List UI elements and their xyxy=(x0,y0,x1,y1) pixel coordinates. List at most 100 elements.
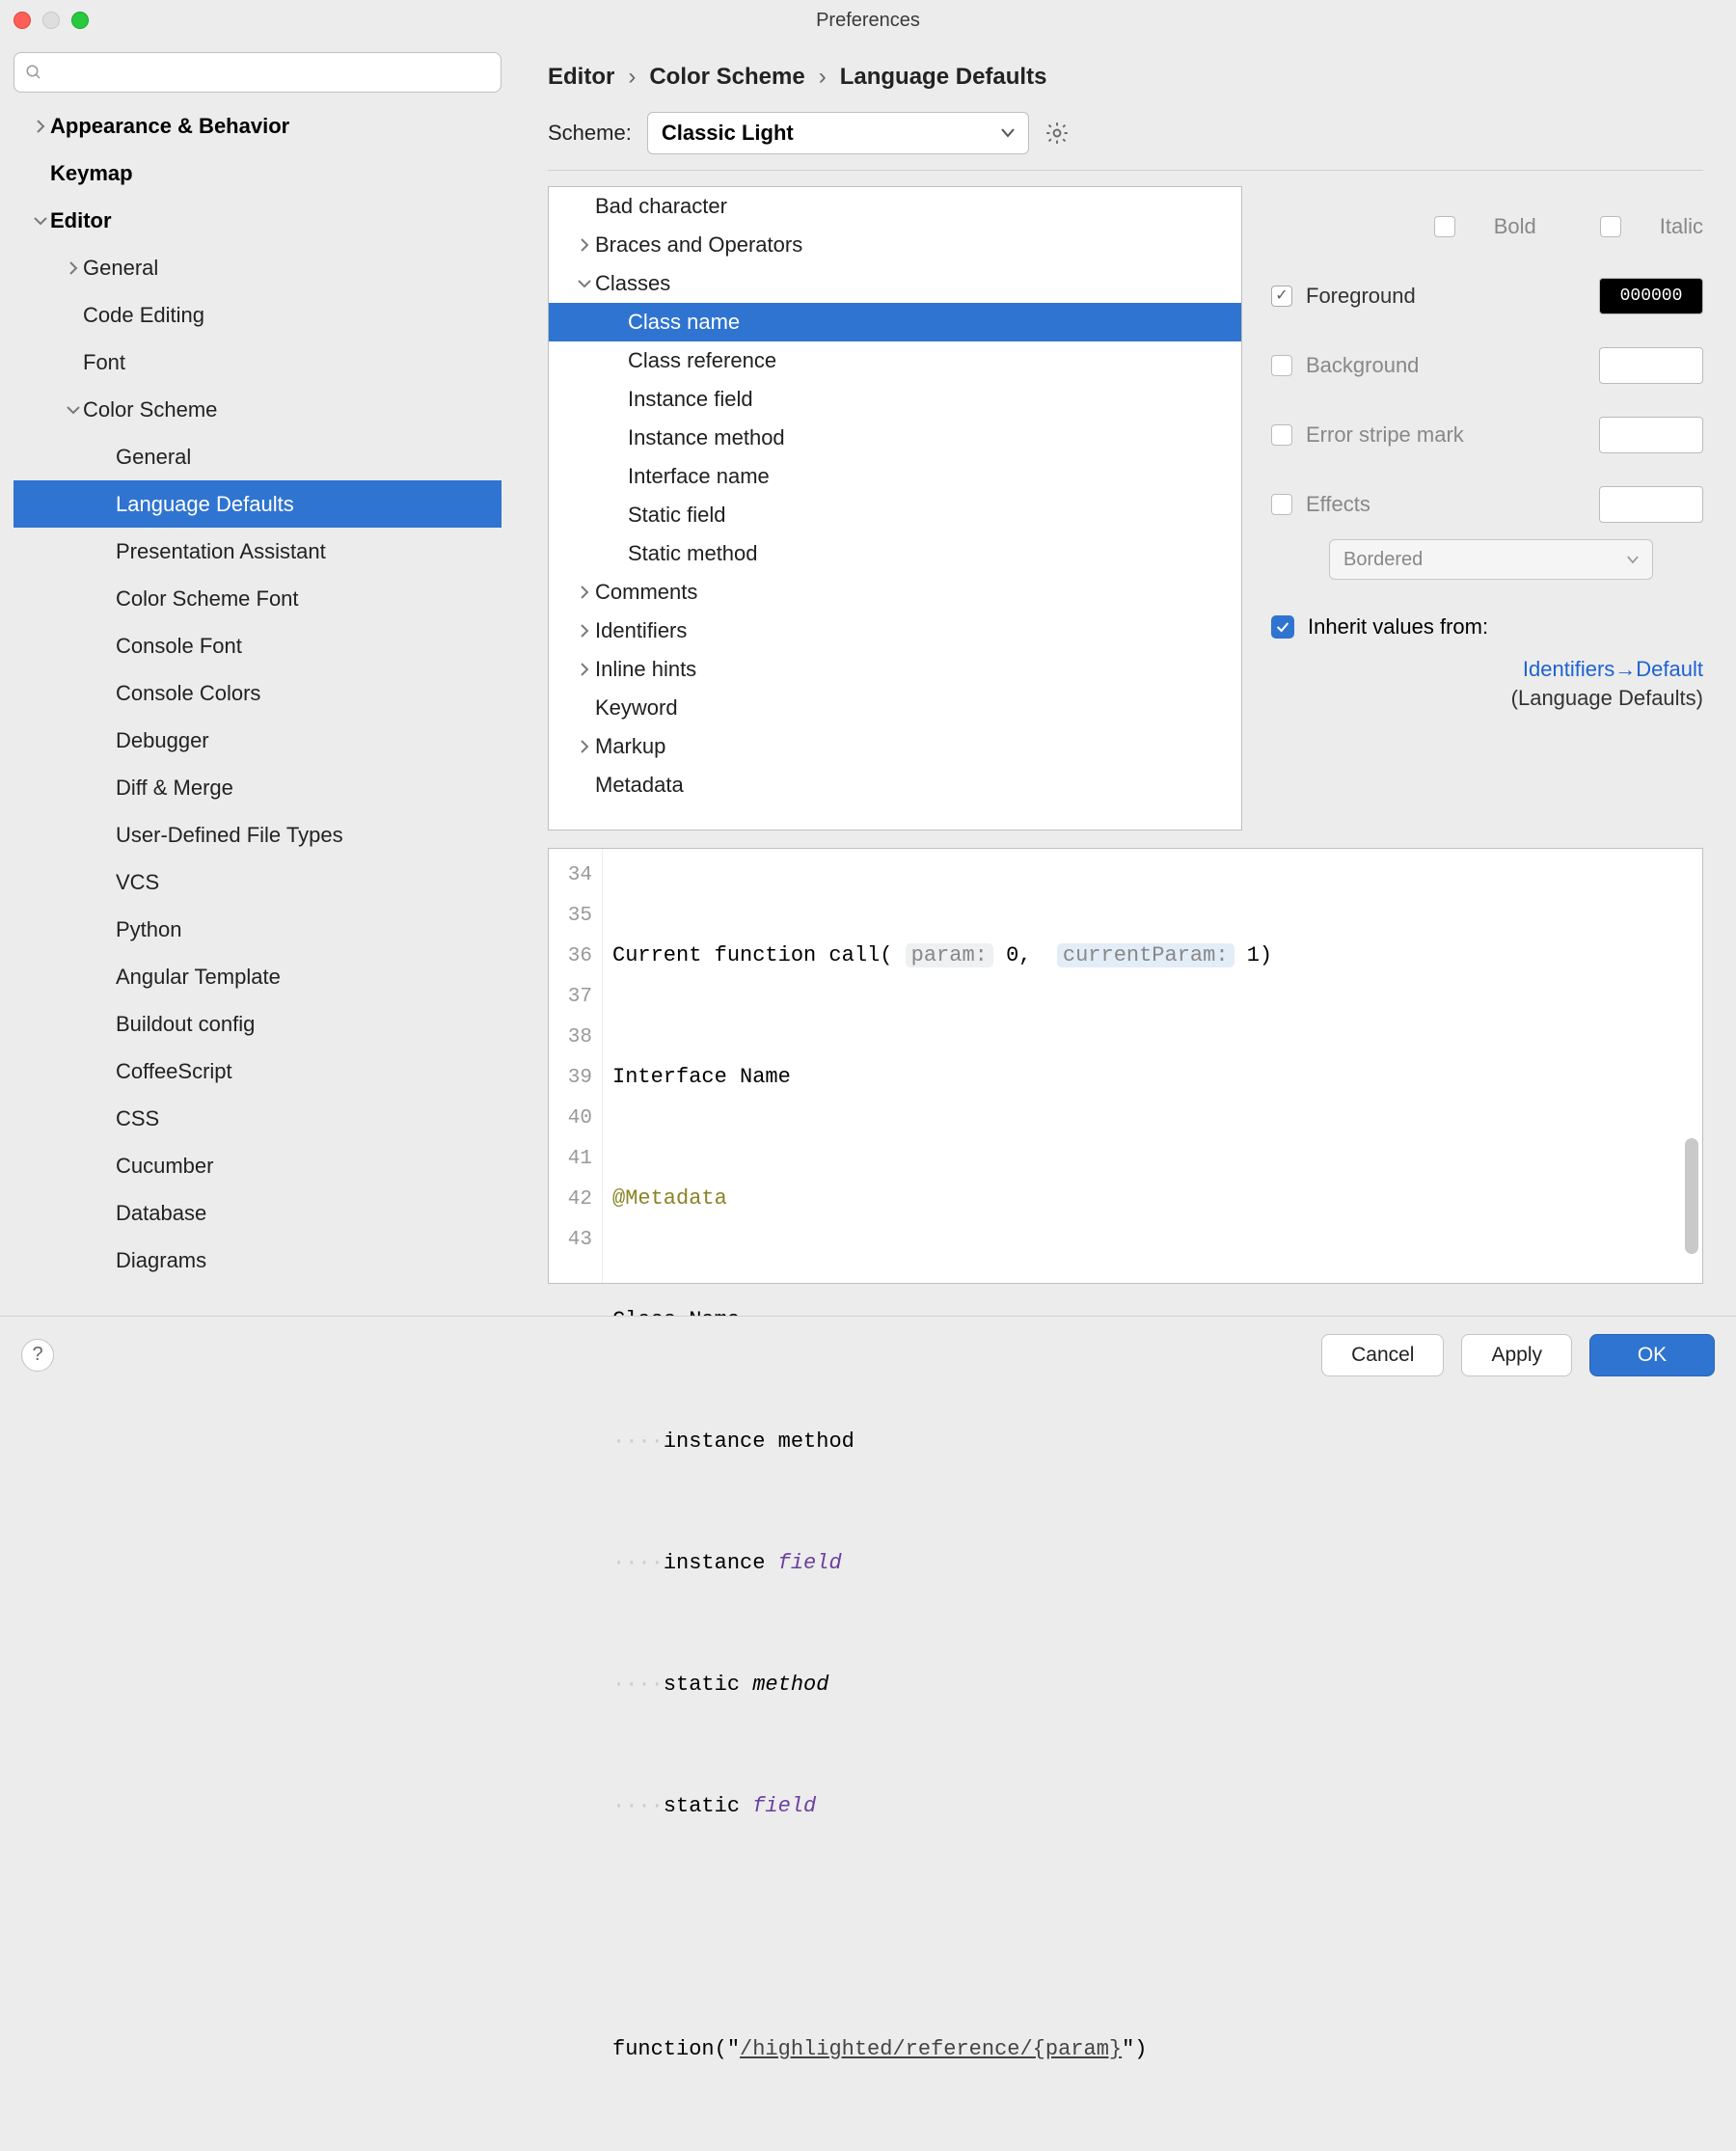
error-stripe-swatch[interactable] xyxy=(1599,417,1703,453)
sidebar-item[interactable]: VCS xyxy=(14,858,502,906)
background-checkbox[interactable] xyxy=(1271,355,1292,376)
sidebar-item-label: Buildout config xyxy=(116,1012,255,1037)
breadcrumb: Editor › Color Scheme › Language Default… xyxy=(548,64,1703,91)
sidebar-item[interactable]: Debugger xyxy=(14,717,502,764)
sidebar-item-label: Color Scheme xyxy=(83,397,217,422)
sidebar-item[interactable]: Editor xyxy=(14,197,502,244)
sidebar-item[interactable]: Language Defaults xyxy=(14,480,502,528)
window-zoom-button[interactable] xyxy=(71,12,89,29)
tree-item[interactable]: Identifiers xyxy=(549,612,1241,650)
line-number: 40 xyxy=(549,1098,602,1138)
effects-swatch[interactable] xyxy=(1599,486,1703,523)
tree-item[interactable]: Metadata xyxy=(549,766,1241,804)
code-text: function(" xyxy=(612,2037,740,2061)
tree-item[interactable]: Class name xyxy=(549,303,1241,341)
window-minimize-button[interactable] xyxy=(42,12,60,29)
chevron-down-icon xyxy=(64,405,83,415)
sidebar-item[interactable]: Color Scheme xyxy=(14,386,502,433)
chevron-right-icon xyxy=(64,261,83,275)
sidebar-item-label: Presentation Assistant xyxy=(116,539,326,564)
sidebar-item[interactable]: Cucumber xyxy=(14,1142,502,1189)
code-text: 0, xyxy=(993,943,1044,967)
search-wrap xyxy=(14,52,502,93)
nav-tree: Appearance & BehaviorKeymapEditorGeneral… xyxy=(14,102,502,1316)
effects-type-select[interactable]: Bordered xyxy=(1329,539,1653,580)
sidebar-item-label: Appearance & Behavior xyxy=(50,114,289,139)
tree-item[interactable]: Markup xyxy=(549,727,1241,766)
code-text: 1) xyxy=(1234,943,1273,967)
tree-item[interactable]: Bad character xyxy=(549,187,1241,226)
sidebar-item-label: User-Defined File Types xyxy=(116,823,343,848)
sidebar-item[interactable]: Font xyxy=(14,339,502,386)
sidebar-item[interactable]: Code Editing xyxy=(14,291,502,339)
sidebar-item-label: CoffeeScript xyxy=(116,1059,232,1084)
foreground-swatch[interactable]: 000000 xyxy=(1599,278,1703,314)
sidebar-item[interactable]: General xyxy=(14,244,502,291)
scheme-select[interactable]: Classic Light xyxy=(647,112,1029,154)
help-icon: ? xyxy=(32,1344,42,1366)
tree-item-label: Class name xyxy=(628,310,740,335)
breadcrumb-color-scheme[interactable]: Color Scheme xyxy=(649,64,804,91)
tree-item[interactable]: Class reference xyxy=(549,341,1241,380)
tree-item[interactable]: Classes xyxy=(549,264,1241,303)
window-close-button[interactable] xyxy=(14,12,31,29)
sidebar-item-label: CSS xyxy=(116,1106,159,1131)
italic-checkbox[interactable] xyxy=(1600,216,1621,237)
sidebar-item-label: Console Colors xyxy=(116,681,260,706)
sidebar-item[interactable]: Console Font xyxy=(14,622,502,669)
sidebar-item[interactable]: Console Colors xyxy=(14,669,502,717)
tree-item[interactable]: Static method xyxy=(549,534,1241,573)
sidebar-item[interactable]: Appearance & Behavior xyxy=(14,102,502,150)
help-button[interactable]: ? xyxy=(21,1339,54,1372)
tree-item[interactable]: Comments xyxy=(549,573,1241,612)
scrollbar-thumb[interactable] xyxy=(1685,1138,1698,1254)
foreground-checkbox[interactable]: ✓ xyxy=(1271,286,1292,307)
background-label: Background xyxy=(1306,353,1419,378)
code-text: instance method xyxy=(664,1429,854,1454)
gear-icon[interactable] xyxy=(1044,121,1070,146)
tree-item[interactable]: Interface name xyxy=(549,457,1241,496)
line-number: 43 xyxy=(549,1219,602,1260)
sidebar-item[interactable]: Presentation Assistant xyxy=(14,528,502,575)
apply-button[interactable]: Apply xyxy=(1461,1334,1572,1376)
tree-item[interactable]: Instance method xyxy=(549,419,1241,457)
line-number: 37 xyxy=(549,976,602,1017)
tree-item[interactable]: Static field xyxy=(549,496,1241,534)
tree-item[interactable]: Braces and Operators xyxy=(549,226,1241,264)
bottom-bar: ? Cancel Apply OK xyxy=(0,1316,1736,1393)
breadcrumb-editor[interactable]: Editor xyxy=(548,64,614,91)
sidebar-item[interactable]: Keymap xyxy=(14,150,502,197)
tree-item[interactable]: Keyword xyxy=(549,689,1241,727)
whitespace-dots: ···· xyxy=(612,1673,664,1697)
cancel-button[interactable]: Cancel xyxy=(1321,1334,1444,1376)
sidebar-item[interactable]: Diagrams xyxy=(14,1237,502,1284)
sidebar-item[interactable]: General xyxy=(14,433,502,480)
sidebar-item-label: Python xyxy=(116,917,182,942)
sidebar-item[interactable]: CoffeeScript xyxy=(14,1048,502,1095)
code-text: ") xyxy=(1122,2037,1147,2061)
tree-item-label: Identifiers xyxy=(595,618,687,643)
sidebar-item[interactable]: Angular Template xyxy=(14,953,502,1000)
inherit-checkbox[interactable] xyxy=(1271,615,1294,639)
sidebar-item[interactable]: Database xyxy=(14,1189,502,1237)
foreground-label: Foreground xyxy=(1306,284,1416,309)
search-input[interactable] xyxy=(14,52,502,93)
tree-item[interactable]: Inline hints xyxy=(549,650,1241,689)
chevron-down-icon xyxy=(31,216,50,226)
code-preview[interactable]: 34353637383940414243 Current function ca… xyxy=(548,848,1703,1284)
sidebar-item[interactable]: CSS xyxy=(14,1095,502,1142)
effects-checkbox[interactable] xyxy=(1271,494,1292,515)
ok-button[interactable]: OK xyxy=(1589,1334,1715,1376)
bold-checkbox[interactable] xyxy=(1434,216,1455,237)
sidebar-item[interactable]: Python xyxy=(14,906,502,953)
inline-hint: param: xyxy=(906,943,993,967)
error-stripe-checkbox[interactable] xyxy=(1271,424,1292,446)
inherit-link[interactable]: Identifiers→Default xyxy=(1271,657,1703,682)
background-swatch[interactable] xyxy=(1599,347,1703,384)
sidebar-item[interactable]: Diff & Merge xyxy=(14,764,502,811)
tree-item[interactable]: Instance field xyxy=(549,380,1241,419)
sidebar-item[interactable]: Buildout config xyxy=(14,1000,502,1048)
sidebar-item[interactable]: User-Defined File Types xyxy=(14,811,502,858)
titlebar: Preferences xyxy=(0,0,1736,41)
sidebar-item[interactable]: Color Scheme Font xyxy=(14,575,502,622)
